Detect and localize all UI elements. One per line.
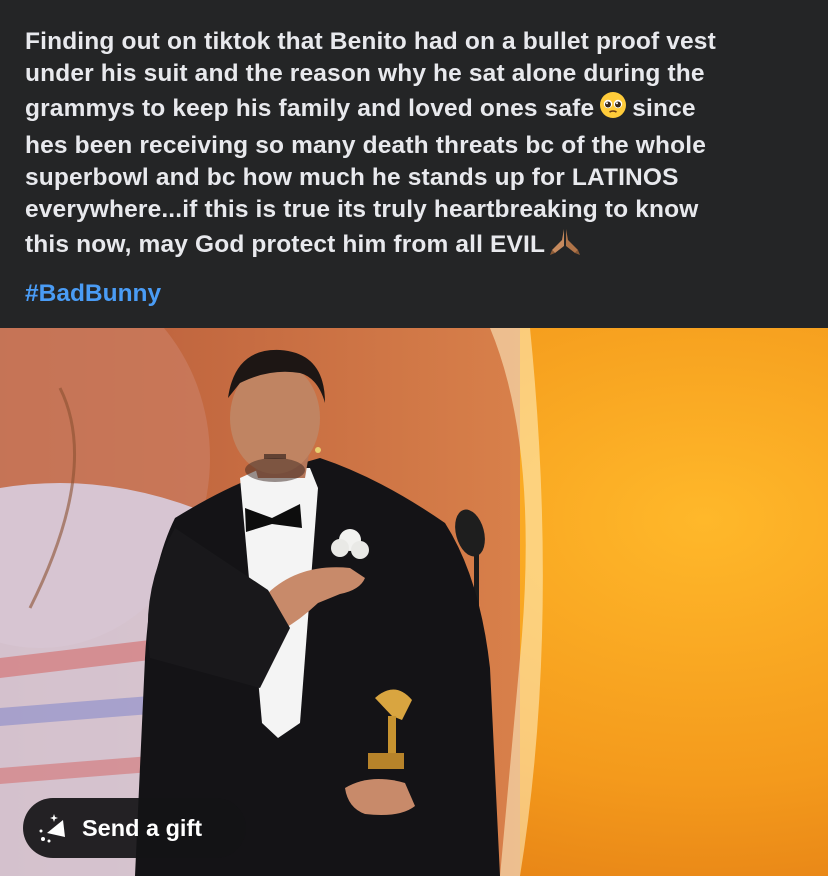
post-text-line: everywhere...if this is true its truly h… xyxy=(25,196,699,224)
post-card: Finding out on tiktok that Benito had on… xyxy=(0,0,828,876)
send-gift-label: Send a gift xyxy=(82,814,203,841)
photo-illustration xyxy=(0,328,828,876)
post-text-line: superbowl and bc how much he stands up f… xyxy=(25,163,679,191)
post-text-line: grammys to keep his family and loved one… xyxy=(25,90,815,129)
post-text-line: Finding out on tiktok that Benito had on… xyxy=(25,28,716,55)
post-text-line: hes been receiving so many death threats… xyxy=(25,131,706,159)
post-text-line: under his suit and the reason why he sat… xyxy=(25,60,705,88)
send-gift-button[interactable]: Send a gift xyxy=(23,798,246,858)
folded-hands-emoji-icon xyxy=(549,226,581,265)
pleading-face-emoji-icon xyxy=(598,90,628,129)
hashtag-link[interactable]: #BadBunny xyxy=(25,280,161,308)
post-body-text: Finding out on tiktok that Benito had on… xyxy=(25,26,815,265)
gift-sparkle-icon xyxy=(39,814,65,843)
post-photo[interactable]: Send a gift xyxy=(0,328,828,876)
post-text-line: this now, may God protect him from all E… xyxy=(25,226,815,265)
post-text-segment: grammys to keep his family and loved one… xyxy=(25,95,595,123)
post-text-segment: this now, may God protect him from all E… xyxy=(25,231,546,259)
post-text-segment: since xyxy=(632,95,696,123)
